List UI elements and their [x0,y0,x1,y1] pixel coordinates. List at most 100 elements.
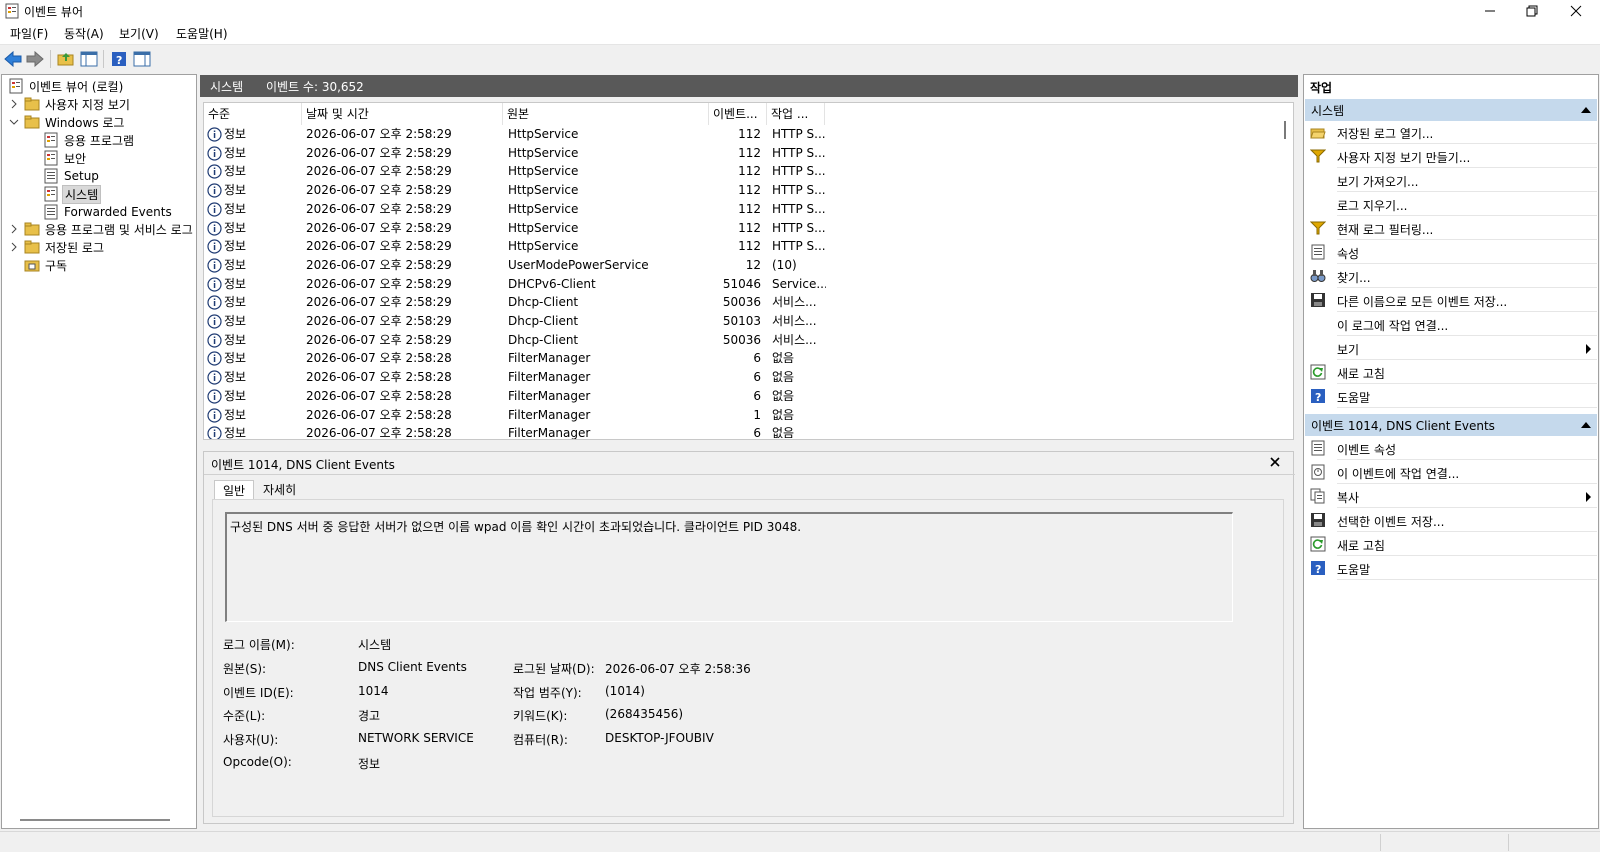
value-event-id[interactable]: 1014 [358,684,389,698]
action-pane-button[interactable] [132,49,152,69]
collapse-icon[interactable] [1581,422,1591,428]
cell-level: 정보 [224,145,247,160]
show-hide-tree-button[interactable] [79,49,99,69]
column-event-id[interactable]: 이벤트... [709,103,767,125]
menu-action[interactable]: 동작(A) [64,25,104,42]
vertical-scrollbar[interactable] [1277,103,1293,439]
up-folder-button[interactable] [56,49,76,69]
forward-button[interactable] [25,49,45,69]
value-keywords[interactable]: (268435456) [605,707,683,721]
table-row[interactable]: 정보 2026-06-07 오후 2:58:29 HttpService 112 HTT… [204,219,1279,238]
event-description[interactable]: 구성된 DNS 서버 중 응답한 서버가 없으면 이름 wpad 이름 확인 시… [225,512,1233,622]
action-item[interactable]: 현재 로그 필터링... [1305,217,1597,240]
scroll-thumb[interactable] [1284,121,1286,139]
tree-log-application[interactable]: 응용 프로그램 [43,131,136,149]
tree-apps-services[interactable]: 응용 프로그램 및 서비스 로그 [24,220,195,238]
back-button[interactable] [3,49,23,69]
action-item[interactable]: 새로 고침 [1305,533,1597,556]
tree-log-system[interactable]: 시스템 [43,184,102,204]
action-item[interactable]: 속성 [1305,241,1597,264]
action-item[interactable]: 찾기... [1305,265,1597,288]
table-row[interactable]: 정보 2026-06-07 오후 2:58:29 HttpService 112 HTT… [204,200,1279,219]
collapse-icon[interactable] [1581,107,1591,113]
cell-datetime: 2026-06-07 오후 2:58:29 [306,314,452,328]
action-item[interactable]: 복사 [1305,485,1597,508]
tree-saved-logs[interactable]: 저장된 로그 [24,238,106,256]
action-item[interactable]: ? 도움말 [1305,557,1597,580]
action-item[interactable]: 이 이벤트에 작업 연결... [1305,461,1597,484]
tree-subscriptions[interactable]: 구독 [24,256,69,274]
action-label: 보기 가져오기... [1337,175,1419,189]
section-event[interactable]: 이벤트 1014, DNS Client Events [1305,414,1597,436]
menu-file[interactable]: 파일(F) [10,25,48,42]
chevron-right-icon[interactable] [9,224,19,234]
table-row[interactable]: 정보 2026-06-07 오후 2:58:28 FilterManager 1 없음 [204,406,1279,425]
chevron-right-icon[interactable] [9,99,19,109]
column-level[interactable]: 수준 [204,103,302,125]
action-item[interactable]: 보기 가져오기... [1305,169,1597,192]
horizontal-scrollbar[interactable] [20,819,170,821]
help-toolbar-button[interactable]: ? [109,49,129,69]
table-row[interactable]: 정보 2026-06-07 오후 2:58:29 HttpService 112 HTT… [204,181,1279,200]
action-label: 새로 고침 [1337,539,1385,553]
section-system[interactable]: 시스템 [1305,99,1597,121]
label-keywords: 키워드(K): [513,709,568,723]
value-level[interactable]: 경고 [358,707,380,724]
column-task[interactable]: 작업 ... [767,103,825,125]
action-item[interactable]: 선택한 이벤트 저장... [1305,509,1597,532]
table-row[interactable]: 정보 2026-06-07 오후 2:58:29 Dhcp-Client 50103 서… [204,312,1279,331]
column-datetime[interactable]: 날짜 및 시간 [302,103,503,125]
action-item[interactable]: 사용자 지정 보기 만들기... [1305,145,1597,168]
action-item[interactable]: 저장된 로그 열기... [1305,121,1597,144]
menu-help[interactable]: 도움말(H) [176,25,228,42]
value-log-name[interactable]: 시스템 [358,636,391,653]
tree-custom-views[interactable]: 사용자 지정 보기 [24,95,132,113]
tree-root[interactable]: 이벤트 뷰어 (로컬) [8,77,125,95]
action-item[interactable]: 이 로그에 작업 연결... [1305,313,1597,336]
table-row[interactable]: 정보 2026-06-07 오후 2:58:29 HttpService 112 HTT… [204,144,1279,163]
action-item[interactable]: ? 도움말 [1305,385,1597,408]
cell-level: 정보 [224,220,247,235]
tab-general[interactable]: 일반 [214,480,255,500]
minimize-button[interactable] [1468,0,1512,22]
action-item[interactable]: 보기 [1305,337,1597,360]
divider [1337,239,1597,240]
table-row[interactable]: 정보 2026-06-07 오후 2:58:28 FilterManager 6 없음 [204,349,1279,368]
menu-view[interactable]: 보기(V) [119,25,159,42]
restore-button[interactable] [1510,0,1554,22]
table-row[interactable]: 정보 2026-06-07 오후 2:58:28 FilterManager 6 없음 [204,424,1279,439]
table-row[interactable]: 정보 2026-06-07 오후 2:58:29 HttpService 112 HTT… [204,125,1279,144]
cell-datetime: 2026-06-07 오후 2:58:29 [306,220,452,235]
table-row[interactable]: 정보 2026-06-07 오후 2:58:29 HttpService 112 HTT… [204,162,1279,181]
tree-log-forwarded[interactable]: Forwarded Events [43,203,174,221]
tree-windows-logs[interactable]: Windows 로그 [24,113,126,131]
cell-task: HTTP S... [772,220,826,235]
cell-task: HTTP S... [772,183,826,198]
tree-log-security[interactable]: 보안 [43,149,88,167]
table-row[interactable]: 정보 2026-06-07 오후 2:58:29 DHCPv6-Client 5104… [204,275,1279,294]
table-row[interactable]: 정보 2026-06-07 오후 2:58:29 Dhcp-Client 50036 서… [204,331,1279,350]
action-item[interactable]: 다른 이름으로 모든 이벤트 저장... [1305,289,1597,312]
tab-details[interactable]: 자세히 [255,480,304,500]
action-item[interactable]: 로그 지우기... [1305,193,1597,216]
value-user[interactable]: NETWORK SERVICE [358,731,474,745]
value-opcode[interactable]: 정보 [358,755,380,772]
value-computer[interactable]: DESKTOP-JFOUBIV [605,731,714,745]
value-task[interactable]: (1014) [605,684,645,698]
table-row[interactable]: 정보 2026-06-07 오후 2:58:28 FilterManager 6 없음 [204,387,1279,406]
value-source[interactable]: DNS Client Events [358,660,467,674]
chevron-down-icon[interactable] [9,117,19,127]
column-source[interactable]: 원본 [503,103,709,125]
chevron-right-icon[interactable] [9,242,19,252]
value-logged[interactable]: 2026-06-07 오후 2:58:36 [605,660,751,677]
close-icon[interactable] [1269,456,1281,468]
table-row[interactable]: 정보 2026-06-07 오후 2:58:29 HttpService 112 HTT… [204,237,1279,256]
table-row[interactable]: 정보 2026-06-07 오후 2:58:29 Dhcp-Client 50036 서… [204,293,1279,312]
tree-log-setup[interactable]: Setup [43,167,101,185]
close-button[interactable] [1554,0,1598,22]
action-item[interactable]: 새로 고침 [1305,361,1597,384]
action-item[interactable]: 이벤트 속성 [1305,437,1597,460]
table-row[interactable]: 정보 2026-06-07 오후 2:58:28 FilterManager 6 없음 [204,368,1279,387]
cell-source: HttpService [508,201,579,216]
table-row[interactable]: 정보 2026-06-07 오후 2:58:29 UserModePowerServ… [204,256,1279,275]
